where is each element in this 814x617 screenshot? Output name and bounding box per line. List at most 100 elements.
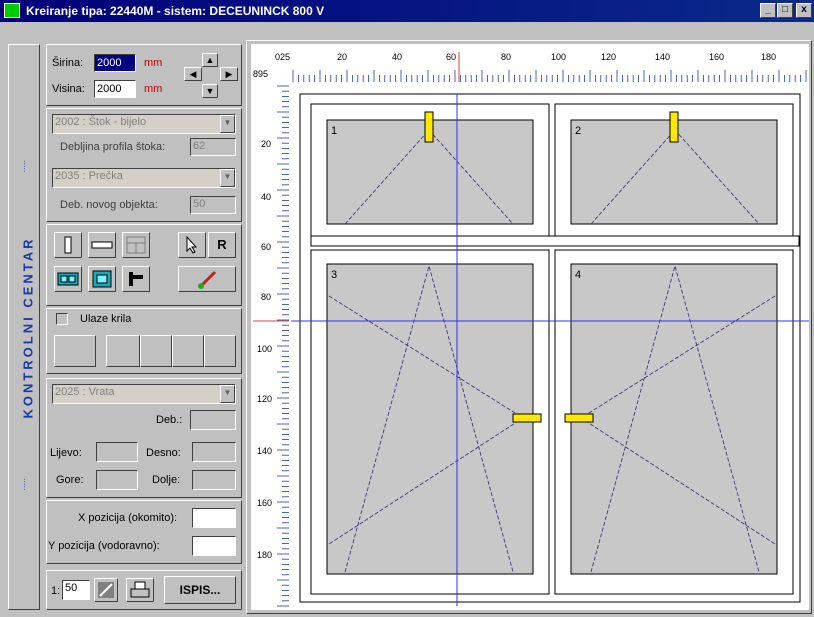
top-ruler-label: 60 bbox=[446, 52, 456, 62]
horizontal-mullion-tool[interactable] bbox=[88, 232, 116, 258]
glass-pane-3[interactable] bbox=[326, 263, 534, 575]
single-sash-tool[interactable] bbox=[88, 266, 116, 292]
mullion-profile-select[interactable]: 2035 : Prečka ▼ bbox=[52, 168, 236, 188]
r-button[interactable]: R bbox=[208, 232, 236, 258]
width-input[interactable] bbox=[94, 54, 136, 72]
door-profile-select[interactable]: 2025 : Vrata ▼ bbox=[52, 384, 236, 404]
left-ruler-label: 100 bbox=[257, 344, 272, 354]
window-drawing[interactable]: 025 895 20 40 60 80 100 120 140 160 180 … bbox=[251, 44, 809, 610]
grid-tool[interactable] bbox=[122, 232, 150, 258]
move-right-button[interactable]: ▶ bbox=[220, 67, 238, 81]
move-down-button[interactable]: ▼ bbox=[202, 84, 218, 98]
scale-input[interactable]: 50 bbox=[62, 580, 90, 600]
zoom-icon bbox=[98, 582, 114, 598]
arrow-right-icon: ▶ bbox=[225, 69, 233, 79]
pane-number: 4 bbox=[575, 269, 581, 281]
sashes-checkbox-label: Ulaze krila bbox=[80, 313, 132, 325]
pane-number: 1 bbox=[331, 125, 337, 137]
maximize-button[interactable]: □ bbox=[777, 3, 793, 18]
sash-button-2[interactable] bbox=[106, 335, 140, 367]
y-position-input[interactable] bbox=[192, 536, 236, 556]
door-profile-value: 2025 : Vrata bbox=[55, 386, 115, 398]
height-unit: mm bbox=[144, 83, 163, 95]
width-unit: mm bbox=[144, 57, 163, 69]
top-ruler-label: 120 bbox=[601, 52, 616, 62]
handle-2[interactable] bbox=[669, 111, 679, 143]
strip-dots-top: ..... bbox=[22, 160, 32, 173]
door-top-label: Gore: bbox=[56, 474, 84, 486]
pane-number: 3 bbox=[331, 269, 337, 281]
frame-profile-select[interactable]: 2002 : Štok - bijelo ▼ bbox=[52, 114, 236, 134]
left-ruler-label: 40 bbox=[261, 192, 271, 202]
new-object-thickness-field: 50 bbox=[190, 196, 236, 214]
scale-prefix: 1: bbox=[51, 585, 61, 597]
door-bottom-label: Dolje: bbox=[152, 474, 181, 486]
window-title: Kreiranje tipa: 22440M - sistem: DECEUNI… bbox=[26, 4, 325, 18]
title-bar: Kreiranje tipa: 22440M - sistem: DECEUNI… bbox=[0, 0, 814, 22]
vertical-bar-icon bbox=[64, 236, 72, 254]
door-bottom-field bbox=[192, 470, 236, 490]
frame-thickness-label: Debljina profila štoka: bbox=[60, 141, 166, 153]
left-ruler-label: 80 bbox=[261, 292, 271, 302]
chevron-down-icon: ▼ bbox=[220, 169, 235, 187]
height-label: Visina: bbox=[52, 83, 85, 95]
left-ruler-label: 160 bbox=[257, 498, 272, 508]
door-right-field bbox=[192, 442, 236, 462]
door-thickness-field bbox=[190, 410, 236, 430]
ruler-corner-left: 895 bbox=[253, 69, 268, 79]
sash-button-5[interactable] bbox=[204, 335, 236, 367]
chevron-down-icon: ▼ bbox=[220, 115, 235, 133]
control-center-label: KONTROLNI CENTAR bbox=[20, 236, 36, 419]
handle-3[interactable] bbox=[512, 413, 542, 423]
left-ruler-label: 140 bbox=[257, 446, 272, 456]
glass-pane-4[interactable] bbox=[570, 263, 778, 575]
handle-icon bbox=[129, 272, 143, 286]
sash-button-1[interactable] bbox=[54, 335, 96, 367]
select-tool[interactable] bbox=[178, 232, 206, 258]
x-position-input[interactable] bbox=[192, 508, 236, 528]
printer-button[interactable] bbox=[126, 578, 154, 602]
height-input[interactable] bbox=[94, 80, 136, 98]
y-position-label: Y pozicija (vodoravno): bbox=[48, 540, 160, 552]
cursor-icon bbox=[186, 235, 198, 254]
double-sash-tool[interactable] bbox=[54, 266, 82, 292]
left-ruler-label: 120 bbox=[257, 394, 272, 404]
transom-rail[interactable] bbox=[310, 235, 800, 247]
top-ruler-label: 100 bbox=[551, 52, 566, 62]
left-ruler bbox=[251, 44, 291, 610]
drawing-canvas[interactable]: 025 895 20 40 60 80 100 120 140 160 180 … bbox=[251, 44, 809, 610]
frame-profile-value: 2002 : Štok - bijelo bbox=[55, 116, 147, 128]
arrow-down-icon: ▼ bbox=[205, 86, 215, 96]
left-ruler-label: 20 bbox=[261, 139, 271, 149]
sashes-checkbox[interactable] bbox=[56, 313, 68, 325]
new-object-thickness-label: Deb. novog objekta: bbox=[60, 199, 158, 211]
door-top-field bbox=[96, 470, 138, 490]
grid-icon bbox=[126, 236, 146, 254]
top-ruler-label: 180 bbox=[761, 52, 776, 62]
strip-dots-bottom: ..... bbox=[22, 478, 32, 491]
brush-icon bbox=[198, 270, 217, 289]
close-button[interactable]: x bbox=[796, 3, 812, 18]
handle-tool[interactable] bbox=[122, 266, 150, 292]
left-ruler-label: 180 bbox=[257, 550, 272, 560]
move-up-button[interactable]: ▲ bbox=[202, 53, 218, 67]
minimize-button[interactable]: _ bbox=[760, 3, 776, 18]
horizontal-bar-icon bbox=[91, 241, 113, 249]
handle-4[interactable] bbox=[564, 413, 594, 423]
door-left-field bbox=[96, 442, 138, 462]
move-left-button[interactable]: ◀ bbox=[184, 67, 202, 81]
x-position-label: X pozicija (okomito): bbox=[78, 512, 178, 524]
sash-button-4[interactable] bbox=[172, 335, 204, 367]
chevron-down-icon: ▼ bbox=[220, 385, 235, 403]
scale-spinner-button[interactable] bbox=[94, 578, 118, 602]
single-sash-icon bbox=[92, 270, 112, 288]
pane-number: 2 bbox=[575, 125, 581, 137]
sash-button-3[interactable] bbox=[140, 335, 172, 367]
app-icon bbox=[4, 3, 20, 18]
print-button[interactable]: ISPIS... bbox=[164, 576, 236, 604]
vertical-mullion-tool[interactable] bbox=[54, 232, 82, 258]
printer-icon bbox=[130, 581, 150, 598]
paint-tool[interactable] bbox=[178, 266, 236, 292]
top-ruler-label: 80 bbox=[501, 52, 511, 62]
handle-1[interactable] bbox=[424, 111, 434, 143]
